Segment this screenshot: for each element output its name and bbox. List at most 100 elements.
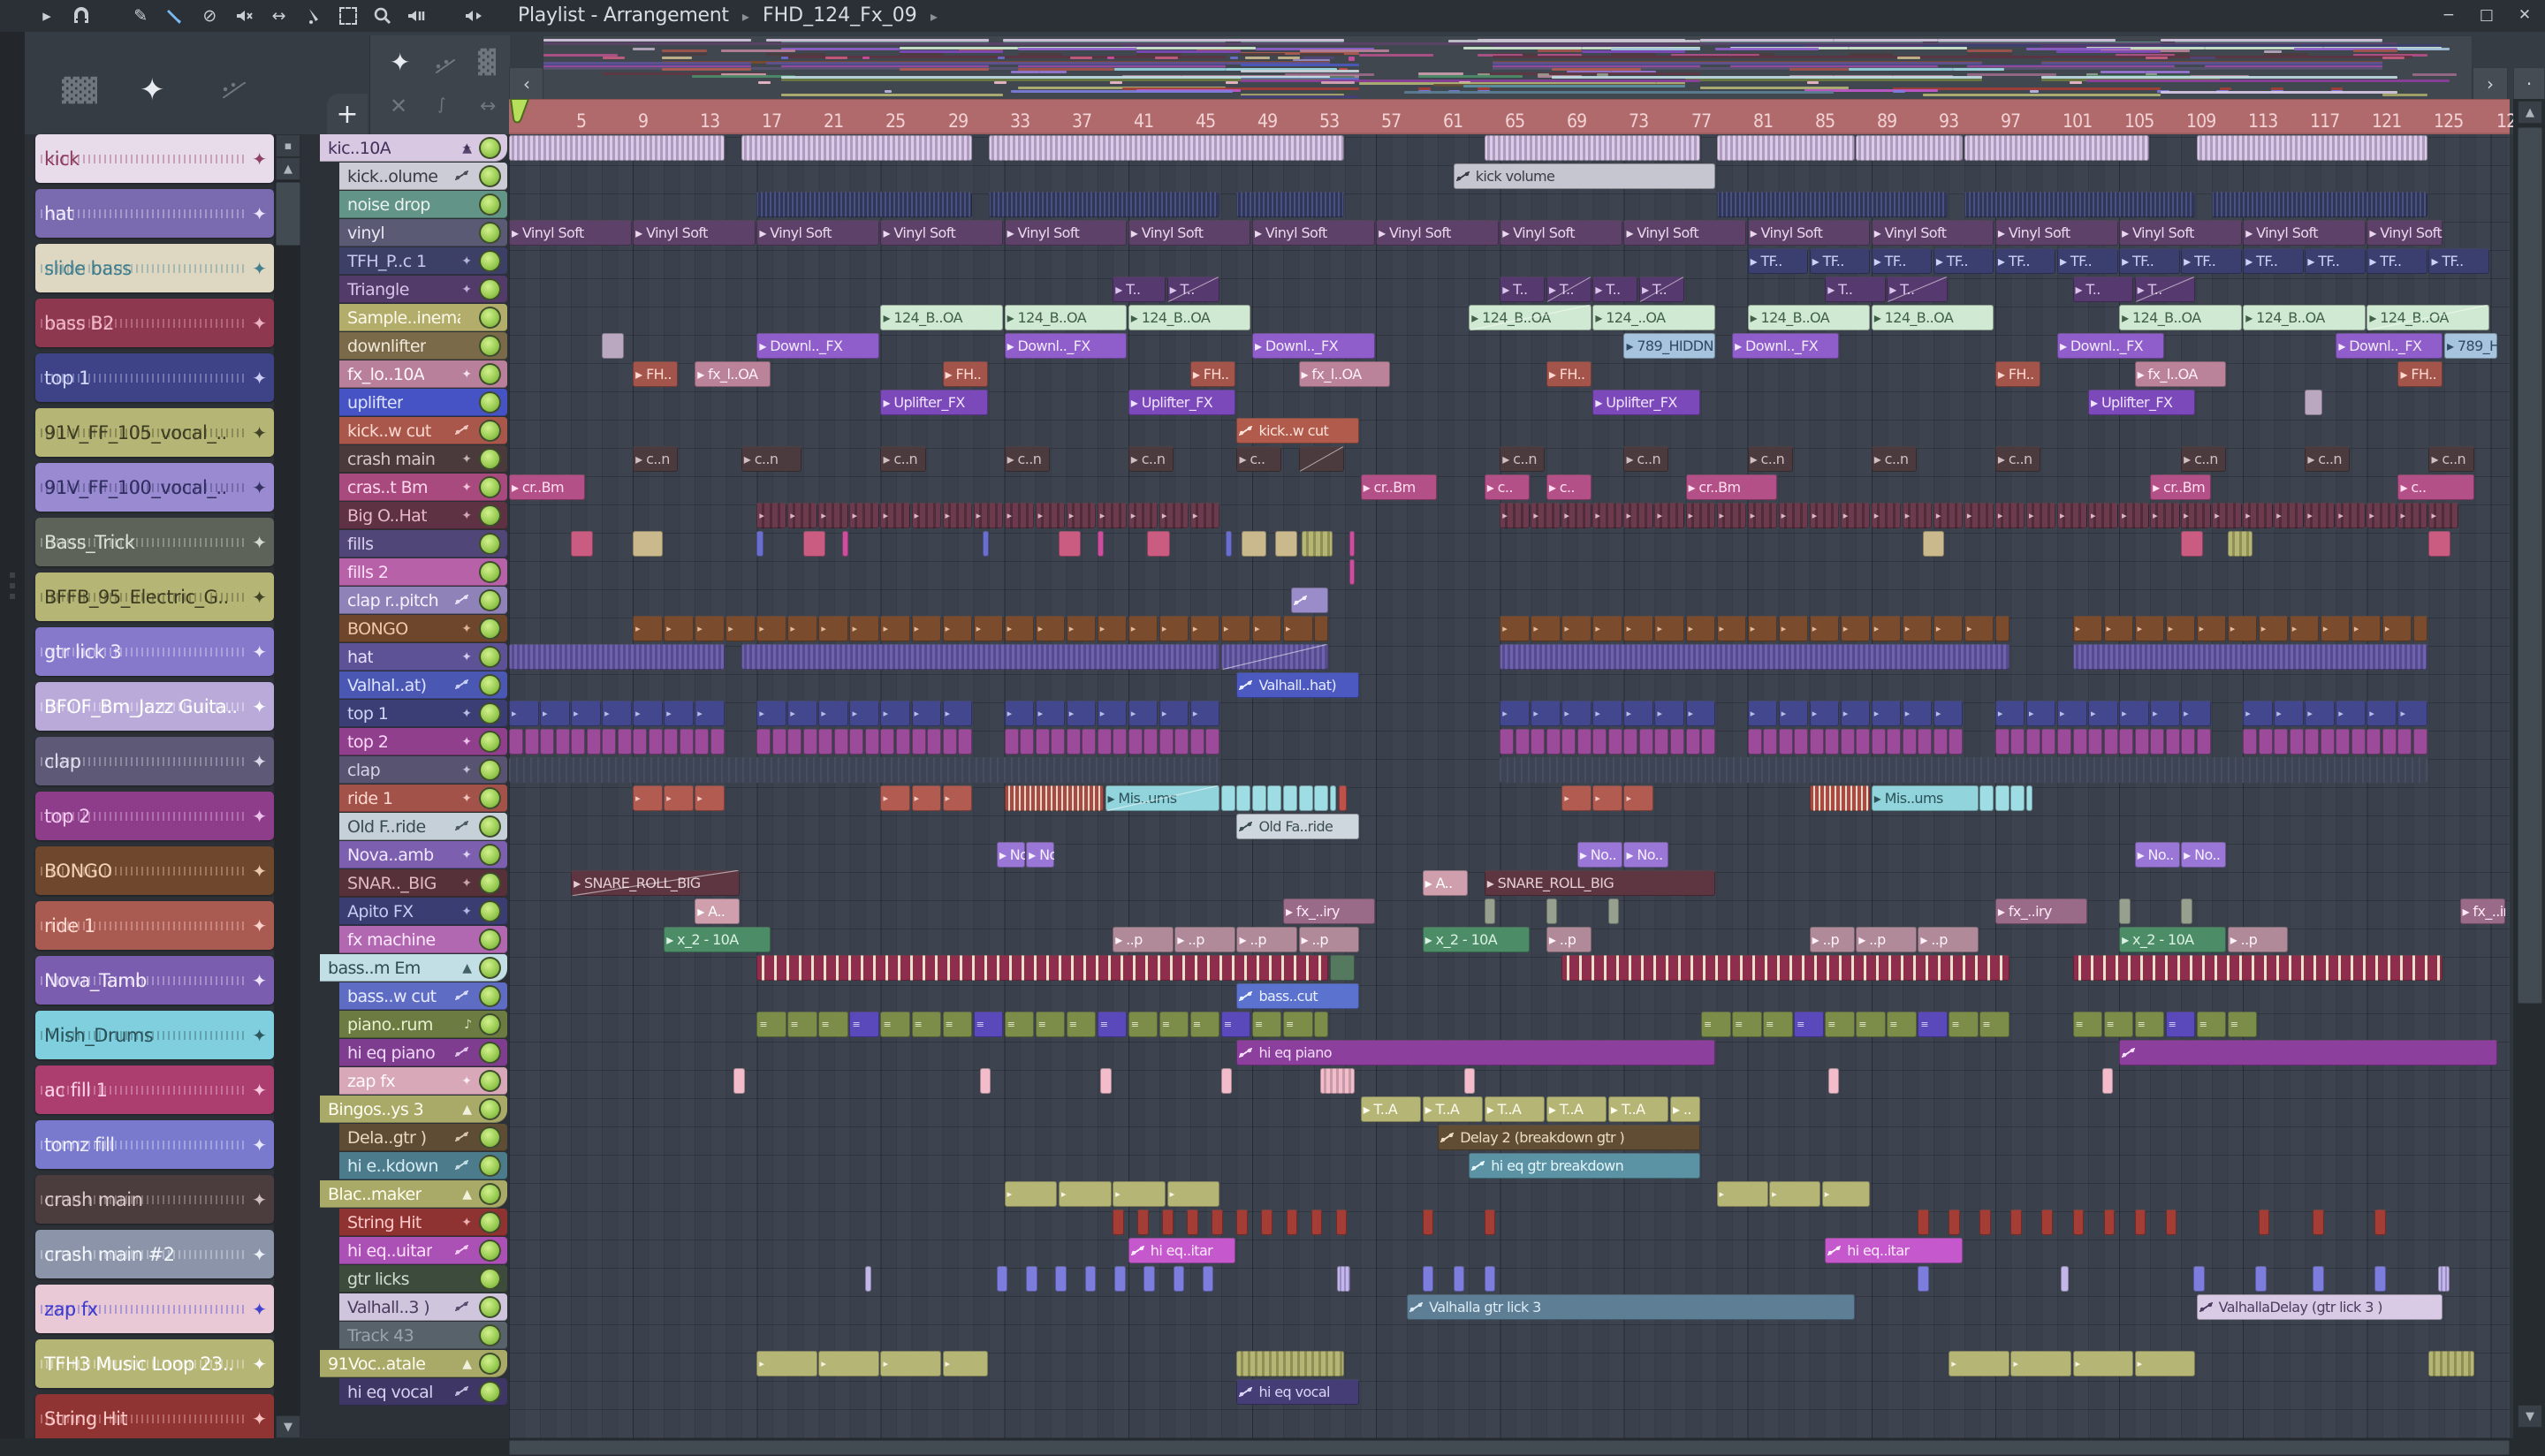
audio-clip[interactable]: ▸ Vinyl Soft	[880, 220, 1004, 246]
track-mute-led[interactable]	[479, 504, 501, 527]
audio-clip[interactable]: ▸ 124_B..OA	[2366, 305, 2490, 330]
audio-clip[interactable]: ▸ No..	[996, 842, 1025, 868]
mini-clip[interactable]	[1236, 1210, 1248, 1235]
picker-item[interactable]: kick ✦	[35, 134, 274, 183]
mini-clip[interactable]: ▸	[1220, 616, 1251, 641]
audio-clip[interactable]: ▸ Uplifter_FX	[880, 390, 988, 415]
picker-scroll-menu-button[interactable]: ▪	[276, 134, 300, 157]
mini-clip[interactable]	[2274, 729, 2289, 755]
audio-clip[interactable]: ▸ No..	[2134, 842, 2180, 868]
mini-clip[interactable]: ▸	[756, 503, 786, 528]
mini-clip[interactable]	[1084, 1266, 1097, 1292]
mini-clip[interactable]	[1174, 729, 1189, 755]
mini-clip[interactable]	[1515, 729, 1530, 755]
track-header[interactable]: BONGO ✦	[339, 615, 507, 642]
mini-clip[interactable]	[1310, 1210, 1323, 1235]
audio-clip[interactable]: ▸ c..n	[1871, 446, 1917, 472]
audio-clip[interactable]: ▸ T..A	[1607, 1096, 1669, 1122]
mini-clip[interactable]: ▸	[2134, 1351, 2196, 1376]
picker-item[interactable]: BFOF_Bm_Jazz Guita.. ✦	[35, 682, 274, 731]
mini-clip[interactable]	[2060, 1266, 2069, 1292]
picker-item[interactable]: clap ✦	[35, 737, 274, 785]
picker-item[interactable]: String Hit ✦	[35, 1394, 274, 1443]
pattern-clip[interactable]	[2227, 531, 2253, 557]
audio-clip[interactable]: ▸ Mis..ums	[1105, 785, 1220, 811]
audio-clip[interactable]: ▸ Vinyl Soft	[756, 220, 879, 246]
mini-clip[interactable]	[2101, 1068, 2114, 1094]
audio-clip[interactable]: ▸ T..	[1887, 277, 1948, 302]
mini-clip[interactable]: ▸	[509, 701, 539, 726]
mini-clip[interactable]: ▸	[1592, 785, 1622, 811]
mini-clip[interactable]: ▸	[1561, 503, 1592, 528]
audio-clip[interactable]: ▸ c..	[1546, 474, 1592, 500]
mini-clip[interactable]: ▸	[695, 785, 725, 811]
track-mute-led[interactable]	[479, 1211, 501, 1233]
mini-clip[interactable]	[1592, 729, 1607, 755]
mini-clip[interactable]	[2320, 729, 2335, 755]
vertical-scrollbar[interactable]: ▲ ▼	[2513, 99, 2545, 1438]
mini-clip[interactable]	[849, 729, 864, 755]
mini-clip[interactable]	[771, 729, 786, 755]
mini-clip[interactable]: ▸	[1623, 616, 1653, 641]
pattern-clip[interactable]	[2437, 1266, 2450, 1292]
audio-clip[interactable]: ▸ c..n	[1747, 446, 1793, 472]
collapse-triangle-icon[interactable]: ▲	[462, 1187, 472, 1202]
track-mute-led[interactable]	[479, 250, 501, 272]
mini-clip[interactable]	[1422, 1266, 1434, 1292]
audio-clip[interactable]: ▸ FH..	[1546, 361, 1592, 387]
mini-clip[interactable]	[2255, 1266, 2267, 1292]
mini-clip[interactable]: ▸	[2025, 503, 2056, 528]
mini-clip[interactable]: ▸	[911, 503, 942, 528]
track-mute-led[interactable]	[479, 193, 501, 216]
midi-clip[interactable]: ≡	[2134, 1012, 2165, 1037]
automation-clip[interactable]: hi eq gtr breakdown	[1469, 1153, 1700, 1179]
mini-clip[interactable]: ▸	[1004, 503, 1035, 528]
audio-clip[interactable]: ▸ TF..	[2057, 248, 2118, 274]
picker-item[interactable]: ride 1 ✦	[35, 901, 274, 950]
mini-clip[interactable]: ▸	[2227, 616, 2258, 641]
mini-clip[interactable]: ▸	[1097, 616, 1128, 641]
audio-clip[interactable]: ▸ TF..	[1994, 248, 2056, 274]
midi-clip[interactable]: ≡	[787, 1012, 817, 1037]
picker-item[interactable]: BONGO ✦	[35, 846, 274, 895]
track-mute-led[interactable]	[479, 476, 501, 498]
audio-clip[interactable]: ▸ ..p	[1236, 927, 1298, 952]
mini-clip[interactable]: ▸	[2274, 701, 2304, 726]
mini-clip[interactable]: ▸	[2150, 503, 2180, 528]
mini-clip[interactable]	[2336, 729, 2351, 755]
mini-clip[interactable]	[787, 729, 802, 755]
track-header[interactable]: Dela..gtr )	[339, 1124, 507, 1151]
pattern-clip[interactable]	[1716, 192, 1948, 217]
pattern-clip[interactable]	[741, 644, 1220, 670]
track-mute-led[interactable]	[479, 363, 501, 385]
track-header[interactable]: Nova..amb ✦	[339, 841, 507, 868]
mini-clip[interactable]	[1220, 1068, 1233, 1094]
pattern-clip[interactable]	[509, 644, 725, 670]
mini-clip[interactable]	[927, 729, 942, 755]
mini-clip[interactable]	[1020, 729, 1035, 755]
mini-clip[interactable]: ▸	[633, 785, 663, 811]
mini-clip[interactable]	[1349, 531, 1355, 557]
mini-clip[interactable]: ▸	[1933, 701, 1964, 726]
mini-clip[interactable]	[586, 729, 601, 755]
playlist-audio-tab-icon[interactable]: ✦	[390, 48, 410, 77]
mini-clip[interactable]	[818, 729, 833, 755]
mini-clip[interactable]	[1918, 1210, 1929, 1235]
mini-clip[interactable]: ▸	[1035, 616, 1066, 641]
pattern-clip[interactable]	[1716, 135, 1855, 161]
track-mute-led[interactable]	[479, 278, 501, 300]
midi-clip[interactable]: ≡	[1701, 1012, 1731, 1037]
mini-clip[interactable]	[1286, 1210, 1298, 1235]
mini-clip[interactable]	[1035, 729, 1050, 755]
mini-clip[interactable]	[1187, 1210, 1198, 1235]
mini-clip[interactable]	[1546, 899, 1558, 924]
mini-clip[interactable]	[2057, 729, 2072, 755]
mini-clip[interactable]	[2313, 1266, 2324, 1292]
picker-item[interactable]: slide bass ✦	[35, 244, 274, 292]
mini-clip[interactable]	[2181, 729, 2196, 755]
mini-clip[interactable]: ▸	[1685, 503, 1716, 528]
mini-clip[interactable]	[996, 1266, 1008, 1292]
mini-clip[interactable]: ▸	[2397, 701, 2427, 726]
collapse-triangle-icon[interactable]: ▲	[462, 1103, 472, 1117]
audio-clip[interactable]: ▸ No..	[1026, 842, 1054, 868]
